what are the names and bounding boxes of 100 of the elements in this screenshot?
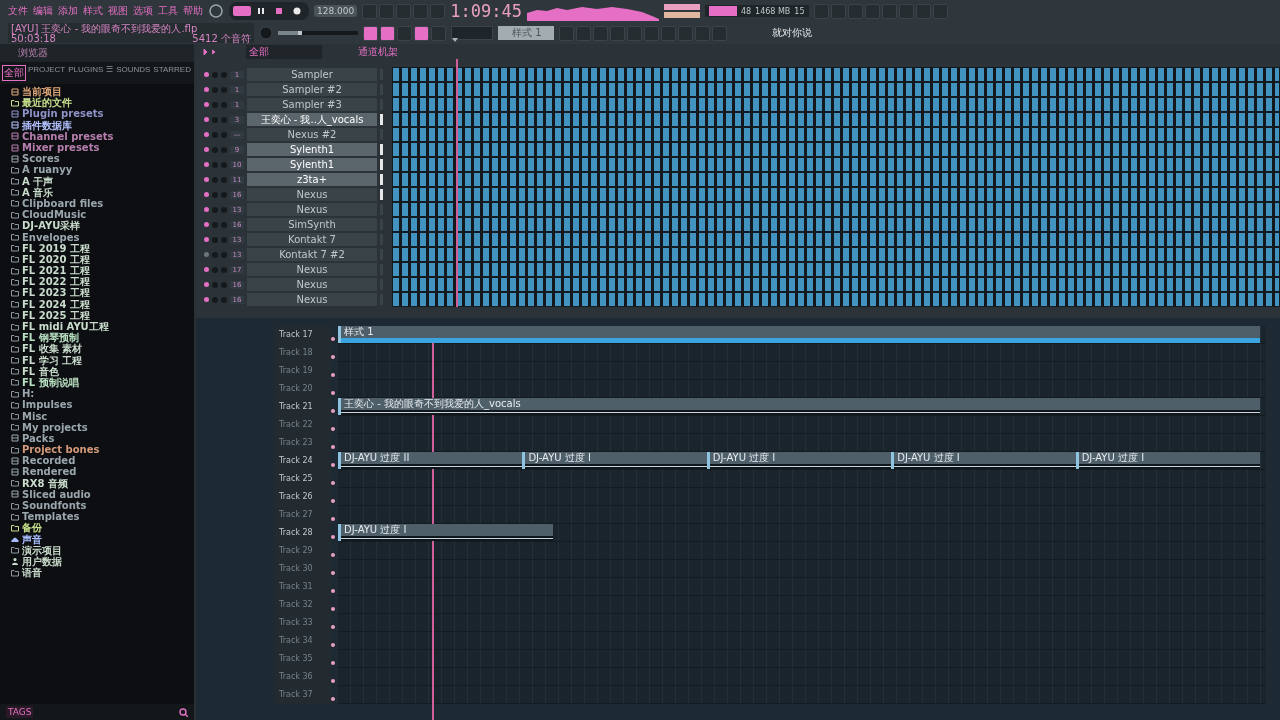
menu-item[interactable]: 工具 (158, 4, 178, 18)
browser-item[interactable]: Rendered (22, 466, 77, 478)
browser-item[interactable]: FL 音色 (22, 365, 59, 377)
browser-item[interactable]: H: (22, 388, 35, 400)
track-dot-icon[interactable] (331, 661, 335, 665)
mute-led[interactable] (204, 132, 209, 137)
browser-item[interactable]: Clipboard files (22, 197, 104, 209)
track-lane[interactable] (338, 578, 1266, 596)
volume-knob[interactable] (221, 71, 227, 78)
channel-name-button[interactable]: z3ta+ (247, 173, 377, 186)
browser-item[interactable]: DJ-AYU采样 (22, 220, 81, 232)
browser-item[interactable]: 插件数据库 (22, 119, 72, 131)
channel-name-button[interactable]: Nexus #2 (247, 128, 377, 141)
mute-led[interactable] (204, 282, 209, 287)
track-label[interactable]: Track 26 (276, 488, 331, 506)
browser-item[interactable]: A ruanyy (22, 164, 73, 176)
browser-item[interactable]: FL 预制说唱 (22, 376, 79, 388)
track-dot-icon[interactable] (331, 427, 335, 431)
track-dot-icon[interactable] (331, 535, 335, 539)
track-label[interactable]: Track 27 (276, 506, 331, 524)
menu-item[interactable]: 帮助 (183, 4, 203, 18)
track-lane[interactable] (338, 362, 1266, 380)
track-lane[interactable]: DJ-AYU 过度 II DJ-AYU 过度 I DJ-AYU 过度 I DJ-AYU 过度 I DJ-AYU 过度 I (338, 452, 1266, 470)
track-lane[interactable] (338, 632, 1266, 650)
volume-knob[interactable] (221, 251, 227, 258)
mute-led[interactable] (204, 177, 209, 182)
track-dot-icon[interactable] (331, 481, 335, 485)
track-dot-icon[interactable] (331, 517, 335, 521)
browser-item[interactable]: FL 2019 工程 (22, 242, 90, 254)
browser-item[interactable]: 声音 (22, 533, 42, 545)
browser-item[interactable]: FL 2020 工程 (22, 253, 90, 265)
browser-item[interactable]: 最近的文件 (22, 97, 72, 109)
track-dot-icon[interactable] (331, 355, 335, 359)
volume-knob[interactable] (221, 191, 227, 198)
channel-select-bar[interactable] (380, 114, 383, 125)
track-lane[interactable] (338, 542, 1266, 560)
arrow-icon[interactable] (202, 47, 218, 56)
channel-name-button[interactable]: 王奕心 - 我..人_vocals (247, 113, 377, 126)
browser-item[interactable]: Envelopes (22, 231, 80, 243)
mute-led[interactable] (204, 102, 209, 107)
browser-item[interactable]: FL 2023 工程 (22, 287, 90, 299)
volume-knob[interactable] (221, 131, 227, 138)
volume-knob[interactable] (221, 116, 227, 123)
browser-item[interactable]: FL 2025 工程 (22, 309, 90, 321)
browser-item[interactable]: FL 收集 素材 (22, 343, 83, 355)
track-lane[interactable] (338, 596, 1266, 614)
mute-led[interactable] (204, 237, 209, 242)
snap-dropdown[interactable] (451, 26, 493, 40)
track-label[interactable]: Track 37 (276, 686, 331, 704)
menu-item[interactable]: 样式 (83, 4, 103, 18)
track-lane[interactable] (338, 614, 1266, 632)
track-dot-icon[interactable] (331, 589, 335, 593)
mute-led[interactable] (204, 297, 209, 302)
browser-item[interactable]: 演示项目 (22, 544, 62, 556)
browser-item[interactable]: CloudMusic (22, 209, 87, 221)
track-lane[interactable] (338, 488, 1266, 506)
browser-item[interactable]: 用户数据 (22, 555, 62, 567)
browser-item[interactable]: A 音乐 (22, 186, 54, 198)
group-filter-dropdown[interactable]: 全部 (246, 44, 322, 59)
tempo-display[interactable]: 128.000 (314, 5, 358, 17)
track-dot-icon[interactable] (331, 391, 335, 395)
pattern-selector[interactable]: 样式 1 (498, 26, 554, 40)
browser-tab[interactable]: SOUNDS (115, 65, 152, 81)
track-lane[interactable] (338, 650, 1266, 668)
browser-item[interactable]: FL 2022 工程 (22, 276, 90, 288)
channel-name-button[interactable]: Nexus (247, 278, 377, 291)
channel-name-button[interactable]: Nexus (247, 203, 377, 216)
track-label[interactable]: Track 34 (276, 632, 331, 650)
channel-name-button[interactable]: Sylenth1 (247, 143, 377, 156)
track-lane[interactable] (338, 380, 1266, 398)
browser-item[interactable]: Recorded (22, 455, 76, 467)
browser-item[interactable]: Project bones (22, 444, 100, 456)
track-label[interactable]: Track 33 (276, 614, 331, 632)
volume-knob[interactable] (221, 206, 227, 213)
volume-knob[interactable] (221, 281, 227, 288)
tags-button[interactable]: TAGS (6, 706, 34, 718)
browser-item[interactable]: Packs (22, 432, 55, 444)
channel-select-bar[interactable] (380, 159, 383, 170)
browser-tab[interactable]: STARRED (152, 65, 192, 81)
track-label[interactable]: Track 24 (276, 452, 331, 470)
channel-name-button[interactable]: Sampler #2 (247, 83, 377, 96)
toolbar-button[interactable] (414, 25, 429, 41)
menu-item[interactable]: 文件 (8, 4, 28, 18)
menu-item[interactable]: 视图 (108, 4, 128, 18)
toolbar-button[interactable] (363, 25, 378, 41)
browser-item[interactable]: 语音 (22, 567, 42, 579)
channel-name-button[interactable]: Sylenth1 (247, 158, 377, 171)
browser-tab[interactable]: PROJECT (26, 65, 67, 81)
track-dot-icon[interactable] (331, 697, 335, 701)
track-dot-icon[interactable] (331, 445, 335, 449)
volume-knob[interactable] (221, 266, 227, 273)
channel-name-button[interactable]: Kontakt 7 #2 (247, 248, 377, 261)
track-label[interactable]: Track 29 (276, 542, 331, 560)
channel-name-button[interactable]: Sampler #3 (247, 98, 377, 111)
track-lane[interactable] (338, 560, 1266, 578)
track-label[interactable]: Track 21 (276, 398, 331, 416)
volume-knob[interactable] (221, 296, 227, 303)
volume-knob[interactable] (221, 236, 227, 243)
track-label[interactable]: Track 23 (276, 434, 331, 452)
track-label[interactable]: Track 25 (276, 470, 331, 488)
